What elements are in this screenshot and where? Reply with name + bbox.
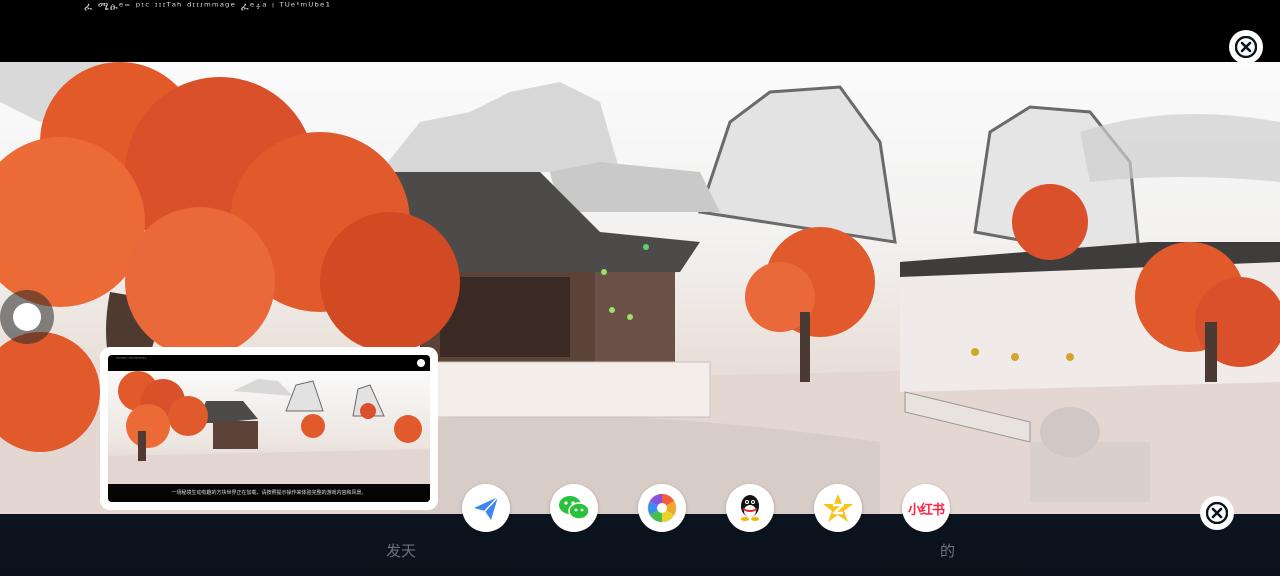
movement-joystick[interactable] xyxy=(0,290,54,344)
bottom-caption-right: 的 xyxy=(940,542,956,560)
top-status-text: ፈ ሜፁᵉ⁼ ᵖᶦᶜ ᶦᶦᶦᵀᵃʰ ᵈᶦᶦᶦᵐᵐᵃᵍᵉ ፈᵉ፥ᵃ ᵎ ᵀᵁᵉ'ᵐ… xyxy=(84,0,332,13)
qzone-star-icon xyxy=(823,494,853,522)
game-share-screen: ፈ ሜፁᵉ⁼ ᵖᶦᶜ ᶦᶦᶦᵀᵃʰ ᵈᶦᶦᶦᵐᵐᵃᵍᵉ ፈᵉ፥ᵃ ᵎ ᵀᵁᵉ'ᵐ… xyxy=(0,0,1280,576)
top-bar: ፈ ሜፁᵉ⁼ ᵖᶦᶜ ᶦᶦᶦᵀᵃʰ ᵈᶦᶦᶦᵐᵐᵃᵍᵉ ፈᵉ፥ᵃ ᵎ ᵀᵁᵉ'ᵐ… xyxy=(0,0,1280,64)
close-icon xyxy=(1235,36,1257,58)
share-xiaohongshu-button[interactable]: 小红书 xyxy=(902,484,950,532)
share-qq-button[interactable] xyxy=(726,484,774,532)
share-moments-button[interactable] xyxy=(638,484,686,532)
close-icon xyxy=(1206,502,1228,524)
joystick-knob[interactable] xyxy=(13,303,41,331)
wechat-icon xyxy=(559,496,590,520)
xiaohongshu-icon: 小红书 xyxy=(907,502,945,518)
preview-status-text: ᵃᵀᵃᵁᵃᵀᵃ ᵃᵁᵃᵀᵃᵁᵃᵀᵃᵀᵃ xyxy=(116,356,147,361)
share-qzone-button[interactable] xyxy=(814,484,862,532)
paper-plane-icon xyxy=(474,496,499,520)
share-send-button[interactable] xyxy=(462,484,510,532)
preview-caption: 一场秘境生动有趣的方块世界正在加载，请按照提示操作来体验完整的游戏内容和风景。 xyxy=(108,484,430,502)
preview-top-bar: ᵃᵀᵃᵁᵃᵀᵃ ᵃᵁᵃᵀᵃᵁᵃᵀᵃᵀᵃ xyxy=(108,355,430,371)
screenshot-preview-card[interactable]: ᵃᵀᵃᵁᵃᵀᵃ ᵃᵁᵃᵀᵃᵁᵃᵀᵃᵀᵃ 一场秘境生动有趣的方块世界正在加载，请按… xyxy=(100,347,438,510)
close-button-top[interactable] xyxy=(1229,30,1263,64)
preview-illustration xyxy=(108,371,430,484)
share-wechat-button[interactable] xyxy=(550,484,598,532)
share-options: 小红书 xyxy=(462,484,950,532)
screenshot-preview: ᵃᵀᵃᵁᵃᵀᵃ ᵃᵁᵃᵀᵃᵁᵃᵀᵃᵀᵃ 一场秘境生动有趣的方块世界正在加载，请按… xyxy=(108,355,430,502)
preview-close-icon xyxy=(417,359,425,367)
bottom-caption-left: 发天 xyxy=(386,542,417,560)
preview-scene xyxy=(108,371,430,484)
camera-aperture-icon xyxy=(647,493,677,523)
close-share-button[interactable] xyxy=(1200,496,1234,530)
qq-penguin-icon xyxy=(741,495,759,521)
